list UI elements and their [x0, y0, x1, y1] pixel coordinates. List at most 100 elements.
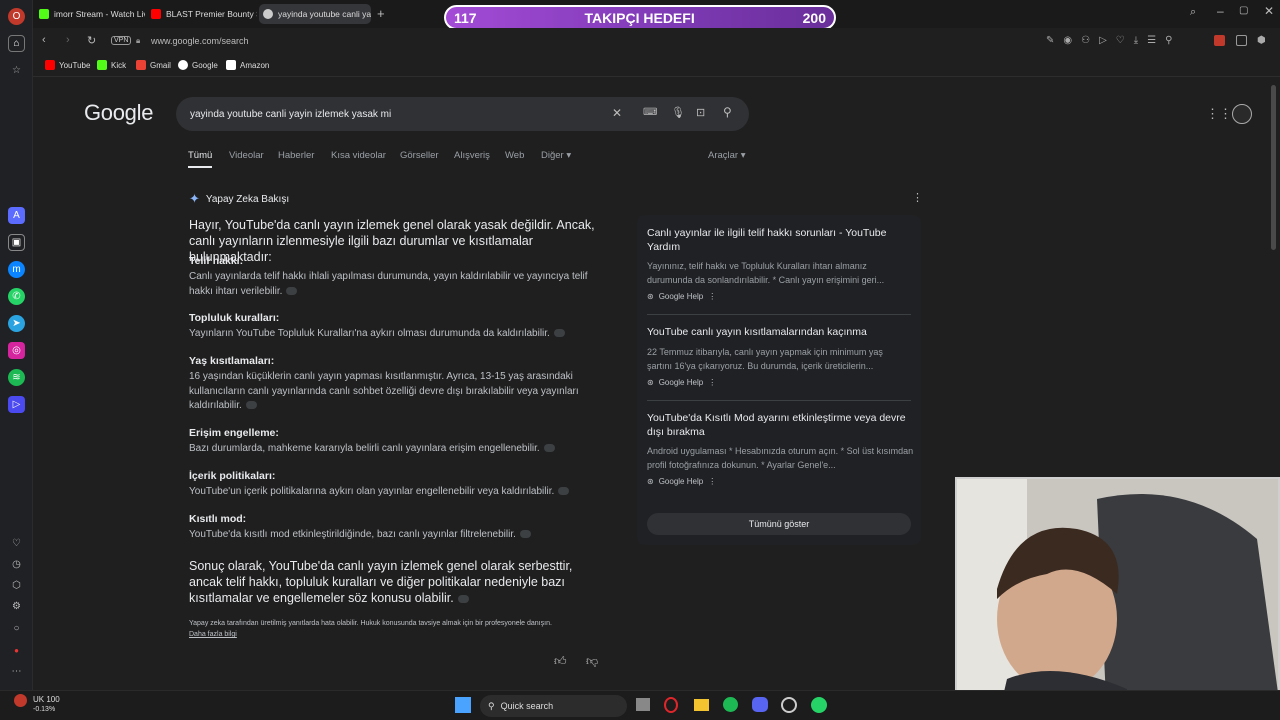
messenger-icon[interactable]: m — [8, 261, 25, 278]
lock-icon[interactable]: 🔒︎ — [136, 36, 140, 46]
bookmark-youtube[interactable]: YouTube — [45, 60, 90, 70]
tools-button[interactable]: Araçlar ▾ — [708, 150, 746, 161]
bookmark-google[interactable]: Google — [178, 60, 218, 70]
instagram-icon[interactable]: ◎ — [8, 342, 25, 359]
extension-icon[interactable] — [1236, 35, 1247, 46]
opera-logo-icon[interactable]: O — [8, 8, 25, 25]
tab-all[interactable]: Tümü — [188, 150, 212, 161]
bookmark-kick[interactable]: Kick — [97, 60, 126, 70]
ai-overview-conclusion: Sonuç olarak, YouTube'da canlı yayın izl… — [189, 558, 609, 606]
telegram-icon[interactable]: ➤ — [8, 315, 25, 332]
bookmark-label: YouTube — [59, 60, 91, 70]
source-card[interactable]: Canlı yayınlar ile ilgili telif hakkı so… — [647, 227, 907, 301]
link-icon[interactable] — [558, 487, 570, 496]
star-icon[interactable]: ☆ — [8, 62, 25, 79]
link-icon[interactable] — [245, 401, 257, 410]
spotify-taskbar-icon[interactable] — [723, 697, 738, 712]
tab-shopping[interactable]: Alışveriş — [454, 150, 490, 161]
page-scrollbar[interactable] — [1271, 85, 1276, 250]
search-tabs-icon[interactable]: ⌕ — [1190, 6, 1196, 19]
link-icon[interactable] — [519, 530, 531, 539]
explorer-icon[interactable] — [694, 699, 709, 711]
discord-icon[interactable] — [752, 697, 768, 712]
tools-label: Araçlar — [708, 150, 739, 161]
source-title[interactable]: Canlı yayınlar ile ilgili telif hakkı so… — [647, 227, 907, 254]
account-avatar[interactable] — [1232, 104, 1252, 124]
new-tab-icon[interactable]: + — [377, 6, 385, 21]
extension-icon[interactable] — [1214, 35, 1225, 46]
link-icon[interactable] — [543, 444, 555, 453]
bag-icon[interactable]: ▣ — [8, 234, 25, 251]
opera-taskbar-icon[interactable] — [664, 697, 678, 713]
thumbs-up-icon[interactable]: 👍︎ — [554, 654, 567, 669]
settings-icon[interactable]: ⚙ — [8, 598, 25, 615]
heart-icon[interactable]: ♡ — [8, 535, 25, 552]
tab-news[interactable]: Haberler — [278, 150, 314, 161]
spotify-icon[interactable]: ≋ — [8, 369, 25, 386]
thumbs-down-icon[interactable]: 👎︎ — [586, 654, 598, 669]
maximize-icon[interactable]: ▢ — [1239, 5, 1248, 16]
close-window-icon[interactable]: ✕ — [1264, 4, 1274, 18]
url-field[interactable]: www.google.com/search — [151, 36, 249, 46]
section-community: Topluluk kuralları: Yayınların YouTube T… — [189, 312, 614, 355]
tab-web[interactable]: Web — [505, 150, 524, 161]
bookmark-amazon[interactable]: Amazon — [226, 60, 269, 70]
home-icon[interactable]: ⌂ — [8, 35, 25, 52]
link-icon[interactable] — [457, 594, 469, 603]
source-title[interactable]: YouTube'da Kısıtlı Mod ayarını etkinleşt… — [647, 412, 915, 439]
app-icon[interactable] — [781, 697, 797, 713]
stock-icon[interactable] — [14, 694, 27, 707]
tab-images[interactable]: Görseller — [400, 150, 439, 161]
whatsapp-icon[interactable]: ✆ — [8, 288, 25, 305]
tab-google-search[interactable]: yayinda youtube canli yay — [259, 4, 371, 24]
toolbar-icons[interactable]: ✎◉⚇▷♡⤓☰⚲ — [1046, 35, 1181, 46]
more-info-link[interactable]: Daha fazla bilgi — [189, 631, 237, 638]
minimize-icon[interactable]: – — [1217, 4, 1224, 18]
tab-short-videos[interactable]: Kısa videolar — [331, 150, 386, 161]
apps-icon[interactable]: ⋮⋮ — [1206, 106, 1232, 122]
overview-menu-icon[interactable]: ⋮ — [912, 191, 923, 204]
cube-icon[interactable]: ⬡ — [8, 577, 25, 594]
keyboard-icon[interactable]: ⌨ — [643, 107, 657, 118]
tab-videos[interactable]: Videolar — [229, 150, 264, 161]
source-card[interactable]: YouTube canlı yayın kısıtlamalarından ka… — [647, 326, 907, 387]
tab-label: yayinda youtube canli yay — [278, 9, 371, 19]
taskbar-search[interactable]: ⚲ Quick search — [480, 695, 627, 717]
bulb-icon[interactable]: ○ — [8, 620, 25, 637]
whatsapp-taskbar-icon[interactable] — [811, 697, 827, 713]
windows-start-icon[interactable] — [455, 697, 471, 713]
webcam-feed — [955, 477, 1280, 720]
player-icon[interactable]: ▷ — [8, 396, 25, 413]
task-view-icon[interactable] — [636, 698, 650, 711]
search-icon[interactable]: ⚲ — [723, 105, 732, 119]
wallet-icon[interactable]: ⬢ — [1257, 35, 1266, 46]
vpn-badge[interactable]: VPN — [111, 36, 132, 45]
tab-youtube[interactable]: BLAST Premier Bounty S2 — [147, 4, 257, 24]
reload-icon[interactable]: ↻ — [87, 34, 96, 47]
source-menu-icon[interactable]: ⋮ — [708, 477, 716, 486]
taskbar: UK 100 -0.13% ⚲ Quick search — [0, 690, 1280, 720]
youtube-icon — [45, 60, 55, 70]
search-input[interactable]: yayinda youtube canli yayin izlemek yasa… — [176, 97, 749, 131]
source-title[interactable]: YouTube canlı yayın kısıtlamalarından ka… — [647, 326, 907, 340]
back-icon[interactable]: ‹ — [42, 34, 46, 46]
tab-kick[interactable]: imorr Stream - Watch Live — [35, 4, 145, 24]
mic-icon[interactable]: 🎙︎ — [671, 106, 685, 119]
google-logo[interactable]: Google — [84, 100, 153, 126]
forward-icon[interactable]: › — [66, 34, 70, 46]
link-icon[interactable] — [286, 286, 298, 295]
more-icon[interactable]: ⋯ — [8, 663, 25, 680]
tab-more[interactable]: Diğer ▾ — [541, 150, 571, 161]
lens-icon[interactable]: ⊡ — [696, 106, 705, 119]
source-menu-icon[interactable]: ⋮ — [708, 378, 716, 387]
show-all-button[interactable]: Tümünü göster — [647, 513, 911, 535]
clear-icon[interactable]: ✕ — [612, 106, 622, 120]
link-icon[interactable] — [553, 329, 565, 338]
source-card[interactable]: YouTube'da Kısıtlı Mod ayarını etkinleşt… — [647, 412, 915, 486]
source-menu-icon[interactable]: ⋮ — [708, 292, 716, 301]
bookmark-gmail[interactable]: Gmail — [136, 60, 171, 70]
history-icon[interactable]: ◷ — [8, 556, 25, 573]
record-icon[interactable]: ● — [8, 642, 25, 659]
section-text: Yayınların YouTube Topluluk Kuralları'na… — [189, 328, 550, 339]
aria-icon[interactable]: A — [8, 207, 25, 224]
